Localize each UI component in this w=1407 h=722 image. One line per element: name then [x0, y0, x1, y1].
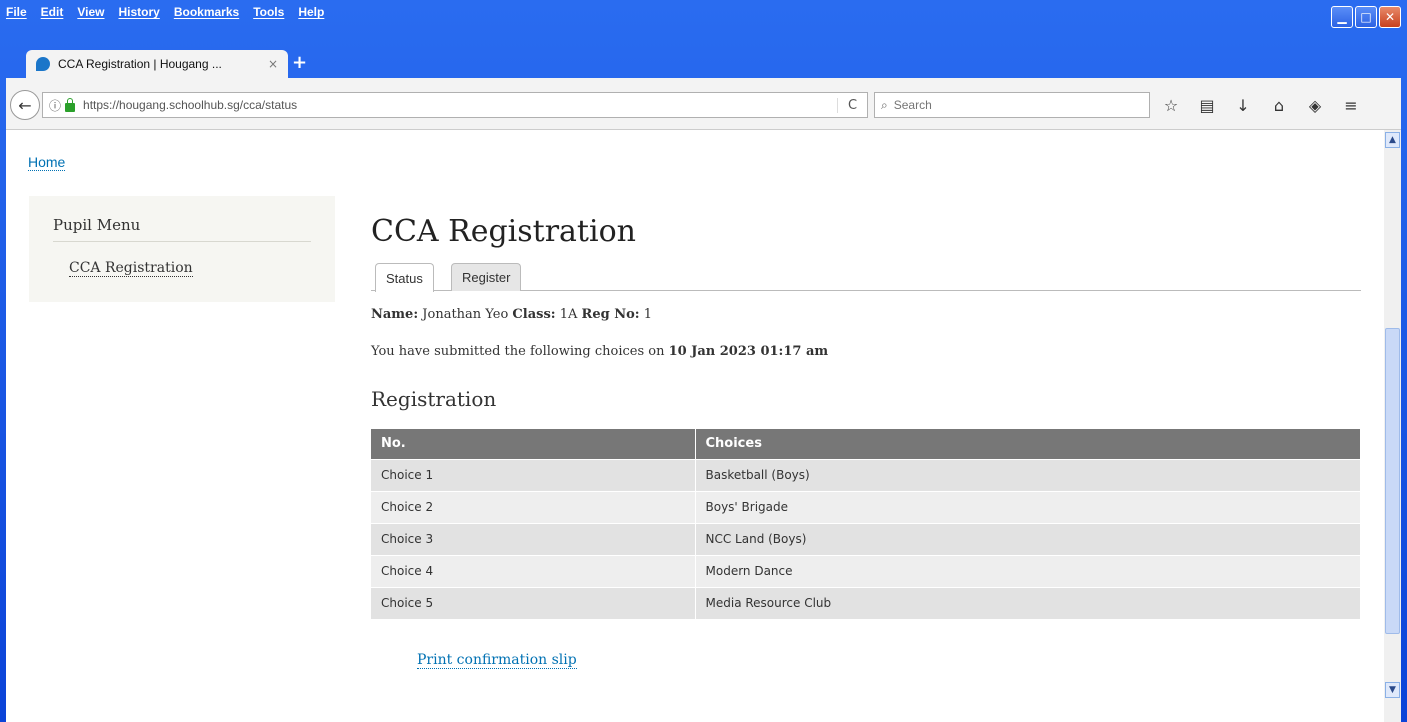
tab-status[interactable]: Status [375, 263, 434, 292]
table-header-row: No. Choices [371, 429, 1361, 459]
search-input[interactable] [893, 98, 1124, 112]
choices-table: No. Choices Choice 1 Basketball (Boys) C… [371, 429, 1361, 619]
vertical-scrollbar[interactable]: ▲ ▼ [1384, 130, 1401, 722]
reading-list-icon[interactable]: ▤ [1192, 92, 1222, 118]
lock-icon [65, 97, 76, 112]
submission-notice: You have submitted the following choices… [371, 344, 1361, 359]
pupil-class: 1A [559, 307, 578, 322]
column-header-choices: Choices [695, 429, 1361, 459]
pupil-reg-no: 1 [643, 307, 652, 322]
main-content: CCA Registration Status Register Name: J… [371, 214, 1361, 619]
tab-title: CCA Registration | Hougang ... [58, 57, 222, 71]
scroll-down-arrow-icon[interactable]: ▼ [1385, 682, 1400, 698]
pupil-name: Jonathan Yeo [422, 307, 509, 322]
sidebar-title: Pupil Menu [53, 216, 141, 234]
hamburger-menu-icon[interactable]: ≡ [1336, 92, 1366, 118]
site-info-icon[interactable]: ⓘ [49, 97, 61, 114]
scrollbar-thumb[interactable] [1385, 328, 1400, 634]
choice-name: Basketball (Boys) [695, 458, 1361, 491]
class-label: Class: [512, 307, 556, 322]
registration-heading: Registration [371, 387, 497, 411]
sidebar-item-cca-registration[interactable]: CCA Registration [69, 260, 193, 277]
menu-bookmarks[interactable]: Bookmarks [174, 5, 239, 19]
tab-close-icon[interactable]: × [268, 57, 278, 71]
column-header-no: No. [371, 429, 696, 459]
drupal-favicon-icon [36, 57, 50, 71]
menu-file[interactable]: File [6, 5, 27, 19]
menu-view[interactable]: View [77, 5, 104, 19]
choice-number: Choice 2 [371, 490, 696, 523]
menu-tools[interactable]: Tools [253, 5, 284, 19]
page-viewport: Home Pupil Menu CCA Registration CCA Reg… [6, 130, 1401, 722]
table-row: Choice 1 Basketball (Boys) [371, 458, 1361, 491]
page-tabs: Status Register [371, 259, 1361, 292]
print-confirmation-link[interactable]: Print confirmation slip [417, 652, 577, 669]
pupil-info: Name: Jonathan Yeo Class: 1A Reg No: 1 [371, 307, 1361, 322]
new-tab-icon[interactable]: + [292, 52, 307, 73]
choice-number: Choice 5 [371, 586, 696, 619]
tab-register[interactable]: Register [451, 263, 522, 291]
name-label: Name: [371, 307, 419, 322]
url-text[interactable]: https://hougang.schoolhub.sg/cca/status [83, 98, 837, 112]
menu-history[interactable]: History [118, 5, 159, 19]
downloads-icon[interactable]: ↓ [1228, 92, 1258, 118]
choice-number: Choice 3 [371, 522, 696, 555]
menu-bar: File Edit View History Bookmarks Tools H… [0, 0, 1407, 44]
page-title: CCA Registration [371, 214, 636, 249]
bookmark-star-icon[interactable]: ☆ [1156, 92, 1186, 118]
submission-date: 10 Jan 2023 01:17 am [668, 344, 829, 359]
search-icon: ⌕ [881, 97, 888, 112]
table-row: Choice 2 Boys' Brigade [371, 490, 1361, 523]
minimize-button[interactable]: ▁ [1331, 6, 1353, 28]
choice-number: Choice 1 [371, 458, 696, 491]
sidebar-divider [53, 241, 311, 242]
scroll-up-arrow-icon[interactable]: ▲ [1385, 132, 1400, 148]
table-row: Choice 3 NCC Land (Boys) [371, 522, 1361, 555]
home-icon[interactable]: ⌂ [1264, 92, 1294, 118]
navigation-toolbar: ← ⓘ https://hougang.schoolhub.sg/cca/sta… [6, 78, 1401, 130]
choice-number: Choice 4 [371, 554, 696, 587]
address-bar[interactable]: ⓘ https://hougang.schoolhub.sg/cca/statu… [42, 92, 868, 118]
menu-help[interactable]: Help [298, 5, 324, 19]
browser-tab-active[interactable]: CCA Registration | Hougang ... × [26, 50, 288, 78]
menu-edit[interactable]: Edit [41, 5, 64, 19]
choice-name: Boys' Brigade [695, 490, 1361, 523]
pocket-icon[interactable]: ◈ [1300, 92, 1330, 118]
choice-name: Modern Dance [695, 554, 1361, 587]
search-box[interactable]: ⌕ [874, 92, 1150, 118]
breadcrumb-home[interactable]: Home [28, 154, 66, 171]
choice-name: Media Resource Club [695, 586, 1361, 619]
back-button[interactable]: ← [10, 90, 40, 120]
tab-strip: CCA Registration | Hougang ... × + [6, 44, 1401, 78]
table-row: Choice 4 Modern Dance [371, 554, 1361, 587]
table-row: Choice 5 Media Resource Club [371, 586, 1361, 619]
maximize-button[interactable]: □ [1355, 6, 1377, 28]
browser-window: File Edit View History Bookmarks Tools H… [0, 0, 1407, 722]
close-window-button[interactable]: ✕ [1379, 6, 1401, 28]
reload-icon[interactable]: C [837, 97, 867, 113]
pupil-menu-sidebar: Pupil Menu CCA Registration [29, 196, 335, 302]
submission-text: You have submitted the following choices… [371, 344, 665, 359]
reg-label: Reg No: [581, 307, 640, 322]
choice-name: NCC Land (Boys) [695, 522, 1361, 555]
